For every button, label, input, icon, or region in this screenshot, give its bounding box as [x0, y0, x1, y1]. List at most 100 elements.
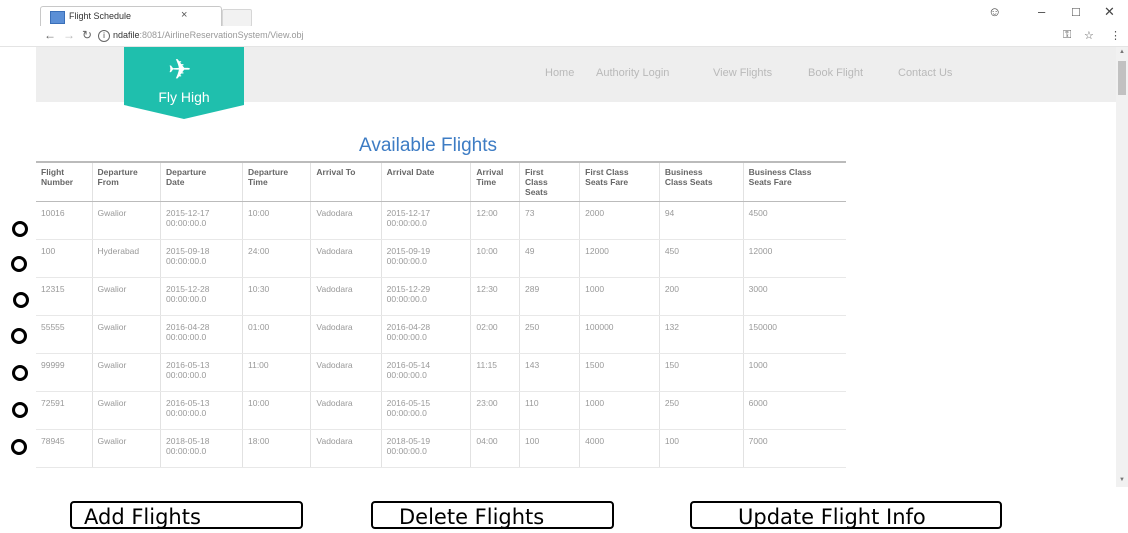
table-cell: 132 — [659, 315, 744, 354]
column-header: Departure Time — [242, 161, 312, 202]
row-select-radio[interactable] — [12, 221, 28, 237]
nav-home[interactable]: Home — [545, 67, 574, 79]
update-flight-info-button[interactable]: Update Flight Info — [690, 501, 1002, 529]
table-row[interactable]: 55555 Gwalior 2016-04-28 00:00:00.0 01:00 Vad… — [36, 315, 846, 354]
add-flights-button[interactable]: Add Flights — [70, 501, 303, 529]
scroll-down-icon[interactable]: ▼ — [1119, 477, 1125, 483]
row-select-radio[interactable] — [11, 439, 27, 455]
table-cell: 18:00 — [242, 429, 312, 468]
column-header: Departure Date — [160, 161, 243, 202]
nav-contact-us[interactable]: Contact Us — [898, 67, 952, 79]
minimize-icon[interactable]: – — [1038, 4, 1045, 19]
table-row[interactable]: 12315 Gwalior 2015-12-28 00:00:00.0 10:30 Vad… — [36, 277, 846, 316]
table-row[interactable]: 78945 Gwalior 2018-05-18 00:00:00.0 18:00 Vad… — [36, 429, 846, 468]
column-header-line: Class Seats — [664, 177, 713, 187]
table-row[interactable]: 72591 Gwalior 2016-05-13 00:00:00.0 10:00 Vad… — [36, 391, 846, 430]
reload-icon[interactable]: ↻ — [82, 28, 92, 42]
url-field[interactable]: ndafile:8081/AirlineReservationSystem/Vi… — [113, 30, 303, 40]
scroll-up-icon[interactable]: ▲ — [1119, 49, 1125, 55]
forward-arrow-icon[interactable]: → — [63, 28, 75, 42]
table-row[interactable]: 10016 Gwalior 2015-12-17 00:00:00.0 10:00 Vad… — [36, 201, 846, 240]
table-body: 10016 Gwalior 2015-12-17 00:00:00.0 10:00 Vad… — [36, 201, 846, 468]
table-cell: 2000 — [579, 201, 660, 240]
nav-view-flights[interactable]: View Flights — [713, 67, 772, 79]
cell-line: 10016 — [41, 208, 65, 218]
table-cell: Gwalior — [92, 201, 162, 240]
maximize-icon[interactable]: □ — [1072, 4, 1080, 19]
cell-line: Vadodara — [316, 436, 353, 446]
cell-line: 200 — [664, 284, 680, 294]
cell-line: 00:00:00.0 — [166, 218, 207, 228]
cell-line: 2015-12-17 — [386, 208, 431, 218]
column-header-line: Class — [525, 177, 548, 187]
table-cell: 4500 — [743, 201, 846, 240]
cell-line: 12:00 — [476, 208, 498, 218]
table-cell: 2016-05-14 00:00:00.0 — [381, 353, 472, 392]
cell-line: 2015-12-29 — [386, 284, 431, 294]
cell-line: 289 — [525, 284, 540, 294]
nav-authority-login[interactable]: Authority Login — [596, 67, 669, 79]
profile-icon[interactable]: ☺ — [988, 4, 1001, 19]
cell-line: Vadodara — [316, 398, 353, 408]
table-cell: 100 — [659, 429, 744, 468]
cell-line: 3000 — [748, 284, 768, 294]
column-header-line: Time — [248, 177, 268, 187]
cell-line: 00:00:00.0 — [386, 332, 427, 342]
cell-line: 73 — [525, 208, 535, 218]
row-select-radio[interactable] — [12, 402, 28, 418]
page-title-text: Available Flights — [358, 135, 497, 156]
page-content: Home Authority Login View Flights Book F… — [36, 47, 1116, 487]
close-window-icon[interactable]: ✕ — [1104, 4, 1115, 20]
table-cell: Hyderabad — [92, 239, 162, 278]
cell-line: 00:00:00.0 — [386, 370, 427, 380]
table-cell: 12000 — [579, 239, 660, 278]
url-host: ndafile — [113, 30, 140, 40]
kebab-menu-icon[interactable]: ⋮ — [1110, 29, 1121, 42]
cell-line: 10:30 — [248, 284, 270, 294]
cell-line: 10:00 — [248, 398, 270, 408]
table-cell: 11:15 — [470, 353, 521, 392]
table-cell: 10:30 — [242, 277, 312, 316]
tab-close-icon[interactable]: × — [181, 9, 187, 21]
star-icon[interactable]: ☆ — [1084, 29, 1094, 42]
table-cell: 2018-05-18 00:00:00.0 — [160, 429, 243, 468]
table-cell: 99999 — [36, 353, 93, 392]
table-cell: Vadodara — [310, 277, 382, 316]
new-tab-button[interactable] — [222, 9, 252, 27]
table-cell: 10016 — [36, 201, 93, 240]
key-icon[interactable]: ⚿ — [1063, 29, 1071, 42]
cell-line: 100 — [664, 436, 680, 446]
nav-book-flight[interactable]: Book Flight — [808, 67, 863, 79]
cell-line: 12000 — [748, 246, 773, 256]
table-row[interactable]: 99999 Gwalior 2016-05-13 00:00:00.0 11:00 Vad… — [36, 353, 846, 392]
cell-line: 01:00 — [248, 322, 270, 332]
row-select-radio[interactable] — [11, 256, 27, 272]
cell-line: 100 — [525, 436, 540, 446]
column-header-line: Departure — [166, 167, 207, 177]
row-select-radio[interactable] — [12, 365, 28, 381]
row-select-radio[interactable] — [13, 292, 29, 308]
cell-line: Gwalior — [97, 284, 127, 294]
info-icon[interactable]: i — [98, 30, 110, 42]
table-cell: 12315 — [36, 277, 93, 316]
table-cell: Gwalior — [92, 429, 162, 468]
table-cell: 2015-12-17 00:00:00.0 — [160, 201, 243, 240]
delete-flights-button[interactable]: Delete Flights — [371, 501, 614, 529]
cell-line: 49 — [525, 246, 535, 256]
table-cell: 2016-05-13 00:00:00.0 — [160, 391, 243, 430]
cell-line: Vadodara — [316, 322, 353, 332]
logo[interactable]: ✈ Fly High — [124, 47, 244, 119]
table-cell: 94 — [659, 201, 744, 240]
scrollbar[interactable]: ▲ ▼ — [1116, 47, 1128, 487]
table-cell: Gwalior — [92, 391, 162, 430]
back-arrow-icon[interactable]: ← — [44, 28, 56, 42]
table-cell: 2016-05-15 00:00:00.0 — [381, 391, 472, 430]
browser-tab[interactable]: Flight Schedule × — [40, 6, 222, 27]
table-row[interactable]: 100 Hyderabad 2015-09-18 00:00:00.0 24:00 Vad… — [36, 239, 846, 278]
cell-line: 99999 — [41, 360, 65, 370]
table-cell: Vadodara — [310, 239, 382, 278]
table-cell: Gwalior — [92, 277, 162, 316]
column-header-line: First — [525, 167, 544, 177]
scrollbar-thumb[interactable] — [1118, 61, 1126, 95]
row-select-radio[interactable] — [11, 328, 27, 344]
